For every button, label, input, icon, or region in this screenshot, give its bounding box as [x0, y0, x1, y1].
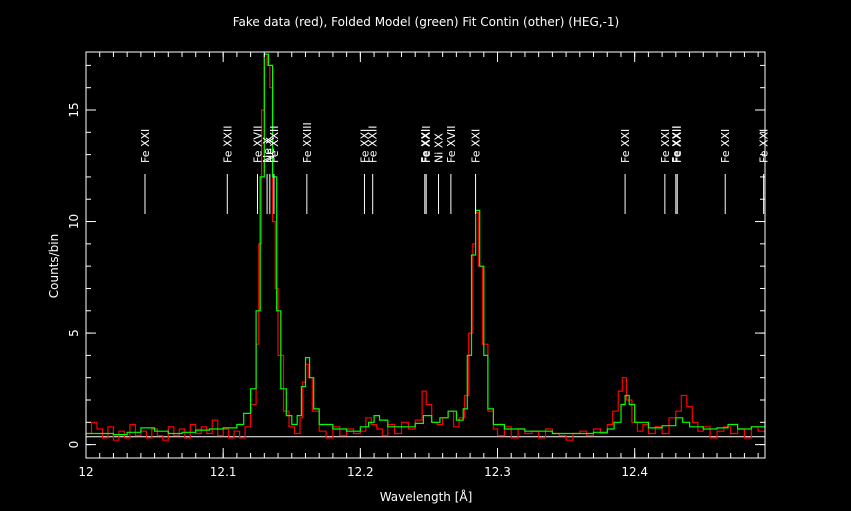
y-tick-label: 5 [67, 329, 81, 337]
y-tick-label: 0 [67, 441, 81, 449]
y-tick-label: 10 [67, 214, 81, 229]
line-id-label: Ni XX [433, 133, 446, 163]
spectrum-chart: Fake data (red), Folded Model (green) Fi… [0, 0, 851, 511]
x-tick-label: 12.1 [210, 465, 237, 479]
line-id-label: Fe XXIII [301, 122, 314, 163]
x-axis-label: Wavelength [Å] [380, 489, 473, 504]
line-id-label: Fe XXI [619, 129, 632, 163]
x-tick-label: 12.3 [484, 465, 511, 479]
y-axis-label: Counts/bin [47, 234, 61, 299]
line-id-label: Fe XXII [221, 125, 234, 163]
x-tick-label: 12.2 [347, 465, 374, 479]
line-id-label: Fe XXI [470, 129, 483, 163]
line-id-label: Fe XXII [367, 125, 380, 163]
line-id-label: Fe XXII [671, 125, 684, 163]
line-id-label: Fe XXI [719, 129, 732, 163]
line-id-label: Fe XXI [139, 129, 152, 163]
x-tick-label: 12.4 [621, 465, 648, 479]
line-id-label: Fe XXII [420, 125, 433, 163]
line-id-label: Fe XVII [445, 125, 458, 163]
line-id-label: Fe XXI [758, 129, 771, 163]
line-id-label: Fe XXII [268, 125, 281, 163]
x-tick-label: 12 [78, 465, 93, 479]
y-tick-label: 15 [67, 102, 81, 117]
chart-title: Fake data (red), Folded Model (green) Fi… [233, 15, 620, 29]
